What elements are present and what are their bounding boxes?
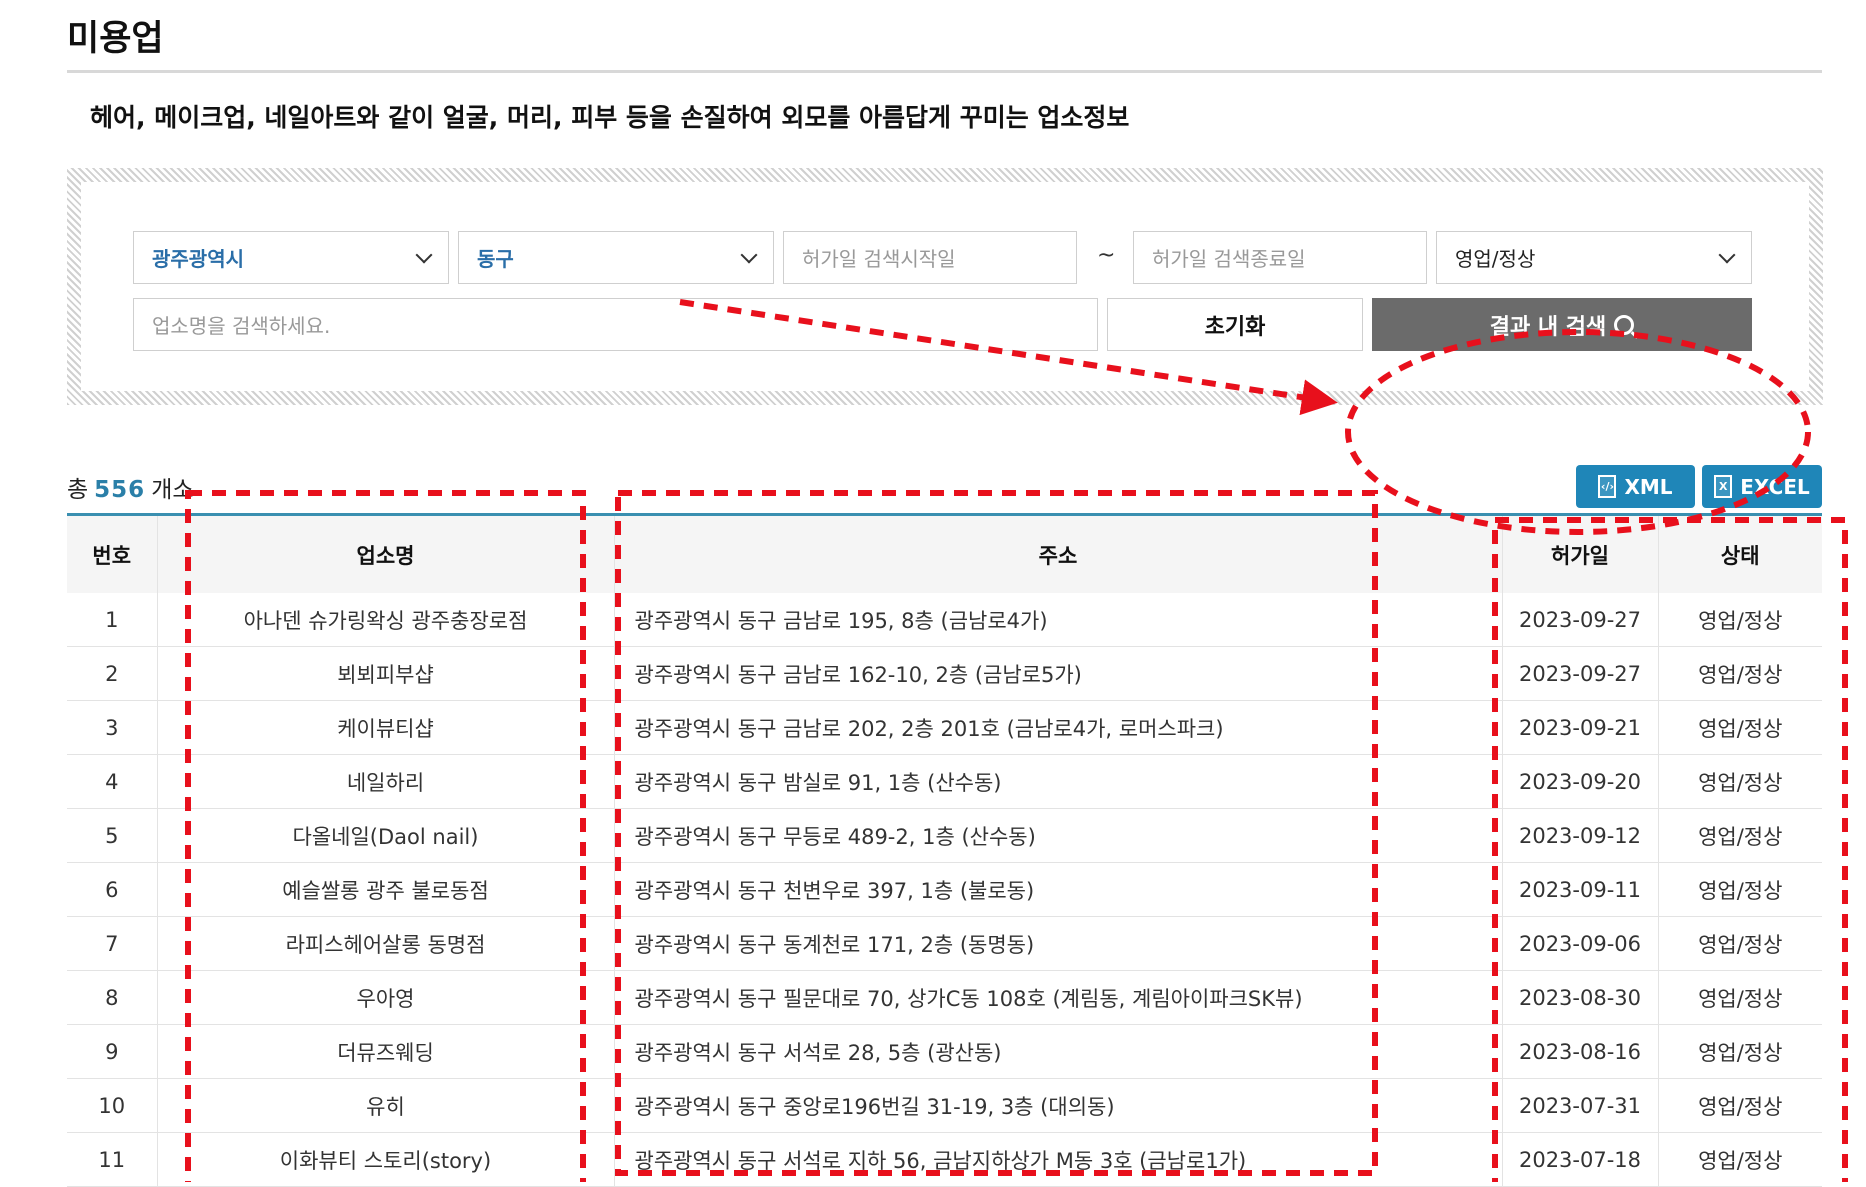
download-buttons-highlight xyxy=(1345,329,1811,535)
annotation-overlay xyxy=(185,299,1848,1182)
annotation-arrow xyxy=(679,299,1338,416)
business-name-column-highlight xyxy=(185,490,586,1182)
address-column-highlight xyxy=(615,490,1378,1176)
date-status-column-highlight xyxy=(1492,517,1848,1182)
